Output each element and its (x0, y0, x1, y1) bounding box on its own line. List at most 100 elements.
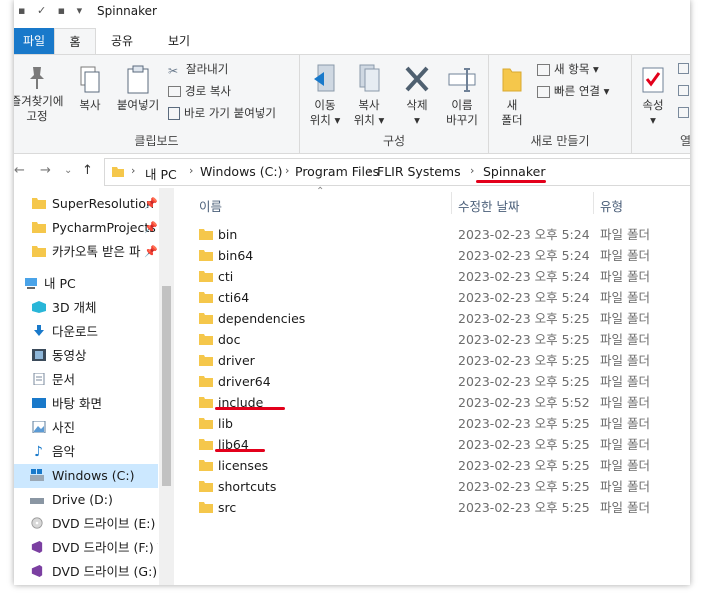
open-small-icon-1[interactable] (678, 61, 690, 75)
move-to-button[interactable]: 이동 위치 ▾ (304, 63, 346, 128)
up-arrow-icon[interactable]: ↑ (82, 163, 93, 178)
file-type: 파일 폴더 (600, 416, 650, 431)
new-group: 새 폴더 새 항목 ▾ 빠른 연결 ▾ 새로 만들기 (489, 55, 632, 153)
new-item-button[interactable]: 새 항목 ▾ (537, 61, 599, 77)
folder-icon (199, 250, 213, 261)
breadcrumb-separator: › (131, 164, 136, 177)
address-bar-row: ← → ⌄ ↑ › 내 PC › Windows (C:) › Program … (14, 156, 690, 186)
sidebar-item-drive-d[interactable]: Drive (D:) (14, 488, 158, 512)
address-box[interactable]: › 내 PC › Windows (C:) › Program Files › … (104, 158, 690, 186)
file-row-lib64[interactable]: lib64 2023-02-23 오후 5:25 파일 폴더 (199, 434, 689, 455)
file-date: 2023-02-23 오후 5:25 (458, 500, 590, 515)
sidebar-scrollbar[interactable] (159, 188, 174, 585)
file-type: 파일 폴더 (600, 269, 650, 284)
column-divider[interactable] (593, 192, 594, 214)
open-small-icon-3[interactable] (678, 105, 690, 119)
back-arrow-icon[interactable]: ← (14, 163, 25, 178)
copy-to-button[interactable]: 복사 위치 ▾ (348, 63, 390, 128)
forward-arrow-icon[interactable]: → (40, 163, 51, 178)
sidebar-item-dvd-f[interactable]: DVD 드라이브 (F:) V (14, 536, 158, 560)
sidebar-item-pycharmprojects[interactable]: PycharmProjects 📌 (14, 216, 158, 240)
column-header-date[interactable]: 수정한 날짜 (458, 196, 519, 215)
file-type: 파일 폴더 (600, 227, 650, 242)
sidebar-item-dvd-e[interactable]: DVD 드라이브 (E:) V (14, 512, 158, 536)
paste-shortcut-button[interactable]: 바로 가기 붙여넣기 (168, 105, 276, 121)
paste-button[interactable]: 붙여넣기 (112, 65, 164, 113)
tab-view[interactable]: 보기 (159, 28, 199, 54)
sidebar-item-desktop[interactable]: 바탕 화면 (14, 392, 158, 416)
breadcrumb-flir-systems[interactable]: FLIR Systems (377, 164, 461, 179)
column-header-type[interactable]: 유형 (600, 196, 623, 215)
quick-access-toolbar[interactable]: ▪ ✓ ▪ ▾ (18, 4, 86, 17)
sidebar-item-documents[interactable]: 문서 (14, 368, 158, 392)
delete-button[interactable]: 삭제 ▾ (396, 63, 438, 128)
pictures-icon (32, 421, 46, 433)
column-divider[interactable] (451, 192, 452, 214)
breadcrumb-separator: › (470, 164, 475, 177)
sidebar-item-music[interactable]: ♪ 음악 (14, 440, 158, 464)
3d-objects-icon (32, 301, 46, 313)
vs-dvd-icon (31, 565, 43, 577)
folder-icon (199, 376, 213, 387)
file-date: 2023-02-23 오후 5:24 (458, 290, 590, 305)
breadcrumb-windows-c[interactable]: Windows (C:) (200, 164, 282, 179)
sidebar-item-kakaotalk[interactable]: 카카오톡 받은 파 📌 (14, 240, 158, 264)
delete-icon (405, 66, 429, 92)
sidebar-item-dvd-g[interactable]: DVD 드라이브 (G:) V (14, 560, 158, 584)
column-header-name[interactable]: 이름 (199, 196, 222, 215)
cut-button[interactable]: ✂ 잘라내기 (168, 61, 228, 78)
open-small-icon-2[interactable] (678, 83, 690, 97)
properties-label-2: ▾ (650, 113, 656, 127)
folder-icon (199, 292, 213, 303)
file-row-bin[interactable]: bin 2023-02-23 오후 5:24 파일 폴더 (199, 224, 689, 245)
file-row-bin64[interactable]: bin64 2023-02-23 오후 5:24 파일 폴더 (199, 245, 689, 266)
paste-shortcut-label: 바로 가기 붙여넣기 (184, 106, 276, 120)
properties-button[interactable]: 속성 ▾ (638, 63, 668, 128)
breadcrumb-separator: › (285, 164, 290, 177)
recent-dropdown-icon[interactable]: ⌄ (64, 165, 72, 176)
sidebar-item-windows-c[interactable]: Windows (C:) (14, 464, 158, 488)
file-row-driver[interactable]: driver 2023-02-23 오후 5:25 파일 폴더 (199, 350, 689, 371)
file-row-lib[interactable]: lib 2023-02-23 오후 5:25 파일 폴더 (199, 413, 689, 434)
rename-button[interactable]: 이름 바꾸기 (440, 63, 484, 128)
sidebar-scrollbar-thumb[interactable] (162, 286, 171, 486)
breadcrumb-spinnaker[interactable]: Spinnaker (483, 164, 545, 179)
pin-to-quick-access-button[interactable]: 즐겨찾기에 고정 (14, 65, 66, 124)
sidebar-item-videos[interactable]: 동영상 (14, 344, 158, 368)
sidebar-item-this-pc[interactable]: 내 PC (14, 272, 158, 296)
breadcrumb-this-pc[interactable]: 내 PC (145, 164, 177, 183)
file-date: 2023-02-23 오후 5:25 (458, 437, 590, 452)
file-row-shortcuts[interactable]: shortcuts 2023-02-23 오후 5:25 파일 폴더 (199, 476, 689, 497)
file-name: doc (218, 332, 241, 347)
tab-file[interactable]: 파일 (14, 28, 54, 54)
tab-home[interactable]: 홈 (54, 28, 96, 56)
file-row-licenses[interactable]: licenses 2023-02-23 오후 5:25 파일 폴더 (199, 455, 689, 476)
file-name: dependencies (218, 311, 306, 326)
sidebar-item-downloads[interactable]: 다운로드 (14, 320, 158, 344)
drive-icon (30, 498, 44, 504)
file-row-cti64[interactable]: cti64 2023-02-23 오후 5:24 파일 폴더 (199, 287, 689, 308)
sidebar-item-3d-objects[interactable]: 3D 개체 (14, 296, 158, 320)
sidebar-item-label: 내 PC (44, 276, 76, 291)
file-row-driver64[interactable]: driver64 2023-02-23 오후 5:25 파일 폴더 (199, 371, 689, 392)
new-folder-icon (502, 68, 522, 92)
tab-share[interactable]: 공유 (102, 28, 142, 54)
file-row-doc[interactable]: doc 2023-02-23 오후 5:25 파일 폴더 (199, 329, 689, 350)
properties-icon (642, 67, 664, 93)
folder-icon (199, 460, 213, 471)
file-type: 파일 폴더 (600, 395, 650, 410)
copy-path-button[interactable]: 경로 복사 (168, 83, 231, 99)
folder-icon (199, 397, 213, 408)
paste-label: 붙여넣기 (116, 98, 160, 112)
copyto-label-2: 위치 ▾ (353, 113, 385, 127)
copy-button[interactable]: 복사 (74, 65, 106, 113)
file-row-dependencies[interactable]: dependencies 2023-02-23 오후 5:25 파일 폴더 (199, 308, 689, 329)
sidebar-item-label: 3D 개체 (52, 300, 97, 315)
easy-access-button[interactable]: 빠른 연결 ▾ (537, 83, 609, 99)
file-row-src[interactable]: src 2023-02-23 오후 5:25 파일 폴더 (199, 497, 689, 518)
sidebar-item-pictures[interactable]: 사진 (14, 416, 158, 440)
clipboard-group: 즐겨찾기에 고정 복사 붙여넣기 ✂ 잘라내기 경로 복사 바로 가기 붙여넣기 … (14, 55, 300, 153)
new-folder-button[interactable]: 새 폴더 (497, 63, 527, 128)
sidebar-item-superresolution[interactable]: SuperResolution 📌 (14, 192, 158, 216)
file-row-cti[interactable]: cti 2023-02-23 오후 5:24 파일 폴더 (199, 266, 689, 287)
